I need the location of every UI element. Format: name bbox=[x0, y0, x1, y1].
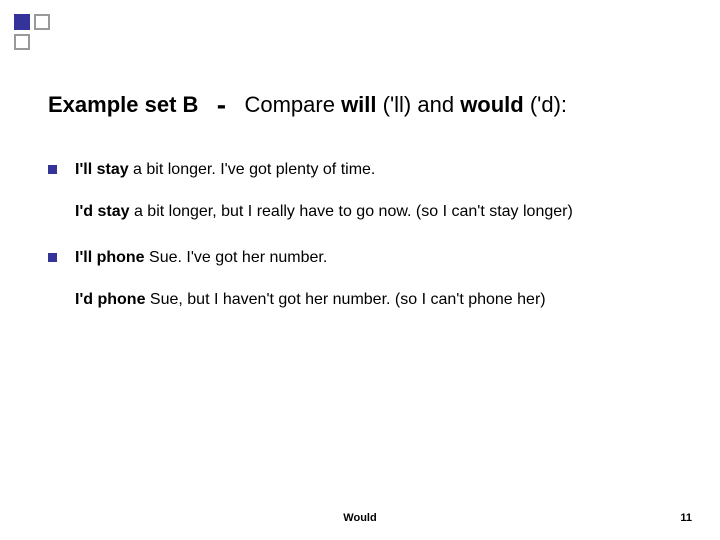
page-number: 11 bbox=[680, 512, 692, 524]
text: a bit longer, but I really have to go no… bbox=[130, 203, 573, 220]
title-compare-a: Compare bbox=[244, 92, 341, 117]
list-item: I'll stay a bit longer. I've got plenty … bbox=[48, 160, 672, 180]
text: Sue. I've got her number. bbox=[145, 249, 328, 266]
square-outline-icon bbox=[14, 34, 30, 50]
bullet-icon bbox=[48, 165, 57, 174]
footer-title: Would bbox=[0, 512, 720, 524]
title-compare-e: ('d): bbox=[524, 92, 567, 117]
title-label: Example set B bbox=[48, 92, 198, 117]
emphasis: I'd stay bbox=[75, 203, 130, 220]
text: a bit longer. I've got plenty of time. bbox=[129, 161, 376, 178]
title-will: will bbox=[341, 92, 376, 117]
text: Sue, but I haven't got her number. (so I… bbox=[145, 291, 545, 308]
title-would: would bbox=[460, 92, 524, 117]
square-icon bbox=[14, 14, 30, 30]
bullet-icon bbox=[48, 253, 57, 262]
indent-text: I'd stay a bit longer, but I really have… bbox=[75, 202, 672, 222]
emphasis: I'd phone bbox=[75, 291, 145, 308]
title-compare-c: ('ll) and bbox=[377, 92, 461, 117]
bullet-text: I'll phone Sue. I've got her number. bbox=[75, 248, 672, 268]
title-dash: - bbox=[217, 89, 226, 120]
list-item: I'll phone Sue. I've got her number. bbox=[48, 248, 672, 268]
indent-text: I'd phone Sue, but I haven't got her num… bbox=[75, 290, 672, 310]
slide-title: Example set B - Compare will ('ll) and w… bbox=[48, 86, 680, 120]
bullet-text: I'll stay a bit longer. I've got plenty … bbox=[75, 160, 672, 180]
emphasis: I'll phone bbox=[75, 249, 145, 266]
emphasis: I'll stay bbox=[75, 161, 129, 178]
content-area: I'll stay a bit longer. I've got plenty … bbox=[48, 160, 672, 336]
square-outline-icon bbox=[34, 14, 50, 30]
